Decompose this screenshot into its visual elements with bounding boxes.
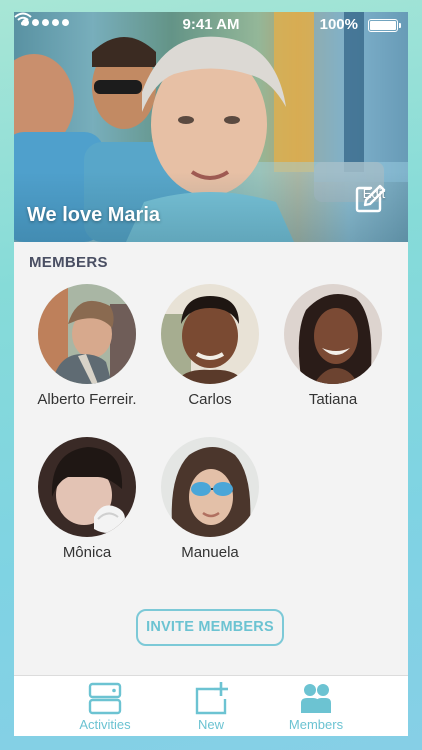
tab-members[interactable]: Members: [266, 681, 366, 732]
edit-button[interactable]: Edit: [354, 184, 394, 232]
member-carlos[interactable]: Carlos: [149, 284, 271, 408]
new-icon: [195, 682, 228, 715]
avatar: [161, 437, 259, 537]
tab-label: Members: [288, 717, 344, 732]
invite-members-button[interactable]: INVITE MEMBERS: [136, 609, 284, 646]
status-bar: 9:41 AM 100%: [14, 12, 408, 36]
tab-label: Activities: [79, 717, 131, 732]
group-title: We love Maria: [27, 204, 161, 226]
member-tatiana[interactable]: Tatiana: [272, 284, 394, 408]
member-name: Alberto Ferreir.: [37, 391, 137, 408]
avatar: [38, 284, 136, 384]
tab-label: New: [197, 717, 224, 732]
member-manuela[interactable]: Manuela: [149, 437, 271, 561]
avatar: [284, 284, 382, 384]
members-icon: [301, 684, 331, 713]
member-name: Tatiana: [308, 391, 358, 408]
tab-bar: Activities New Members: [14, 675, 408, 736]
group-cover-photo: 9:41 AM 100% We love Maria Edit: [14, 12, 408, 242]
avatar: [161, 284, 259, 384]
battery-icon: [368, 19, 401, 32]
member-name: Mônica: [62, 544, 112, 561]
tab-new[interactable]: New: [161, 681, 261, 732]
member-name: Carlos: [188, 391, 232, 408]
pencil-square-icon: [355, 184, 386, 213]
members-section-title: MEMBERS: [29, 254, 108, 271]
member-name: Manuela: [181, 544, 239, 561]
tab-activities[interactable]: Activities: [55, 681, 155, 732]
activities-icon: [88, 682, 122, 715]
member-alberto[interactable]: Alberto Ferreir.: [26, 284, 148, 408]
battery-percentage: 100%: [319, 16, 358, 33]
app-screen: 9:41 AM 100% We love Maria Edit MEMBERS: [14, 12, 408, 736]
member-monica[interactable]: Mônica: [26, 437, 148, 561]
avatar: [38, 437, 136, 537]
